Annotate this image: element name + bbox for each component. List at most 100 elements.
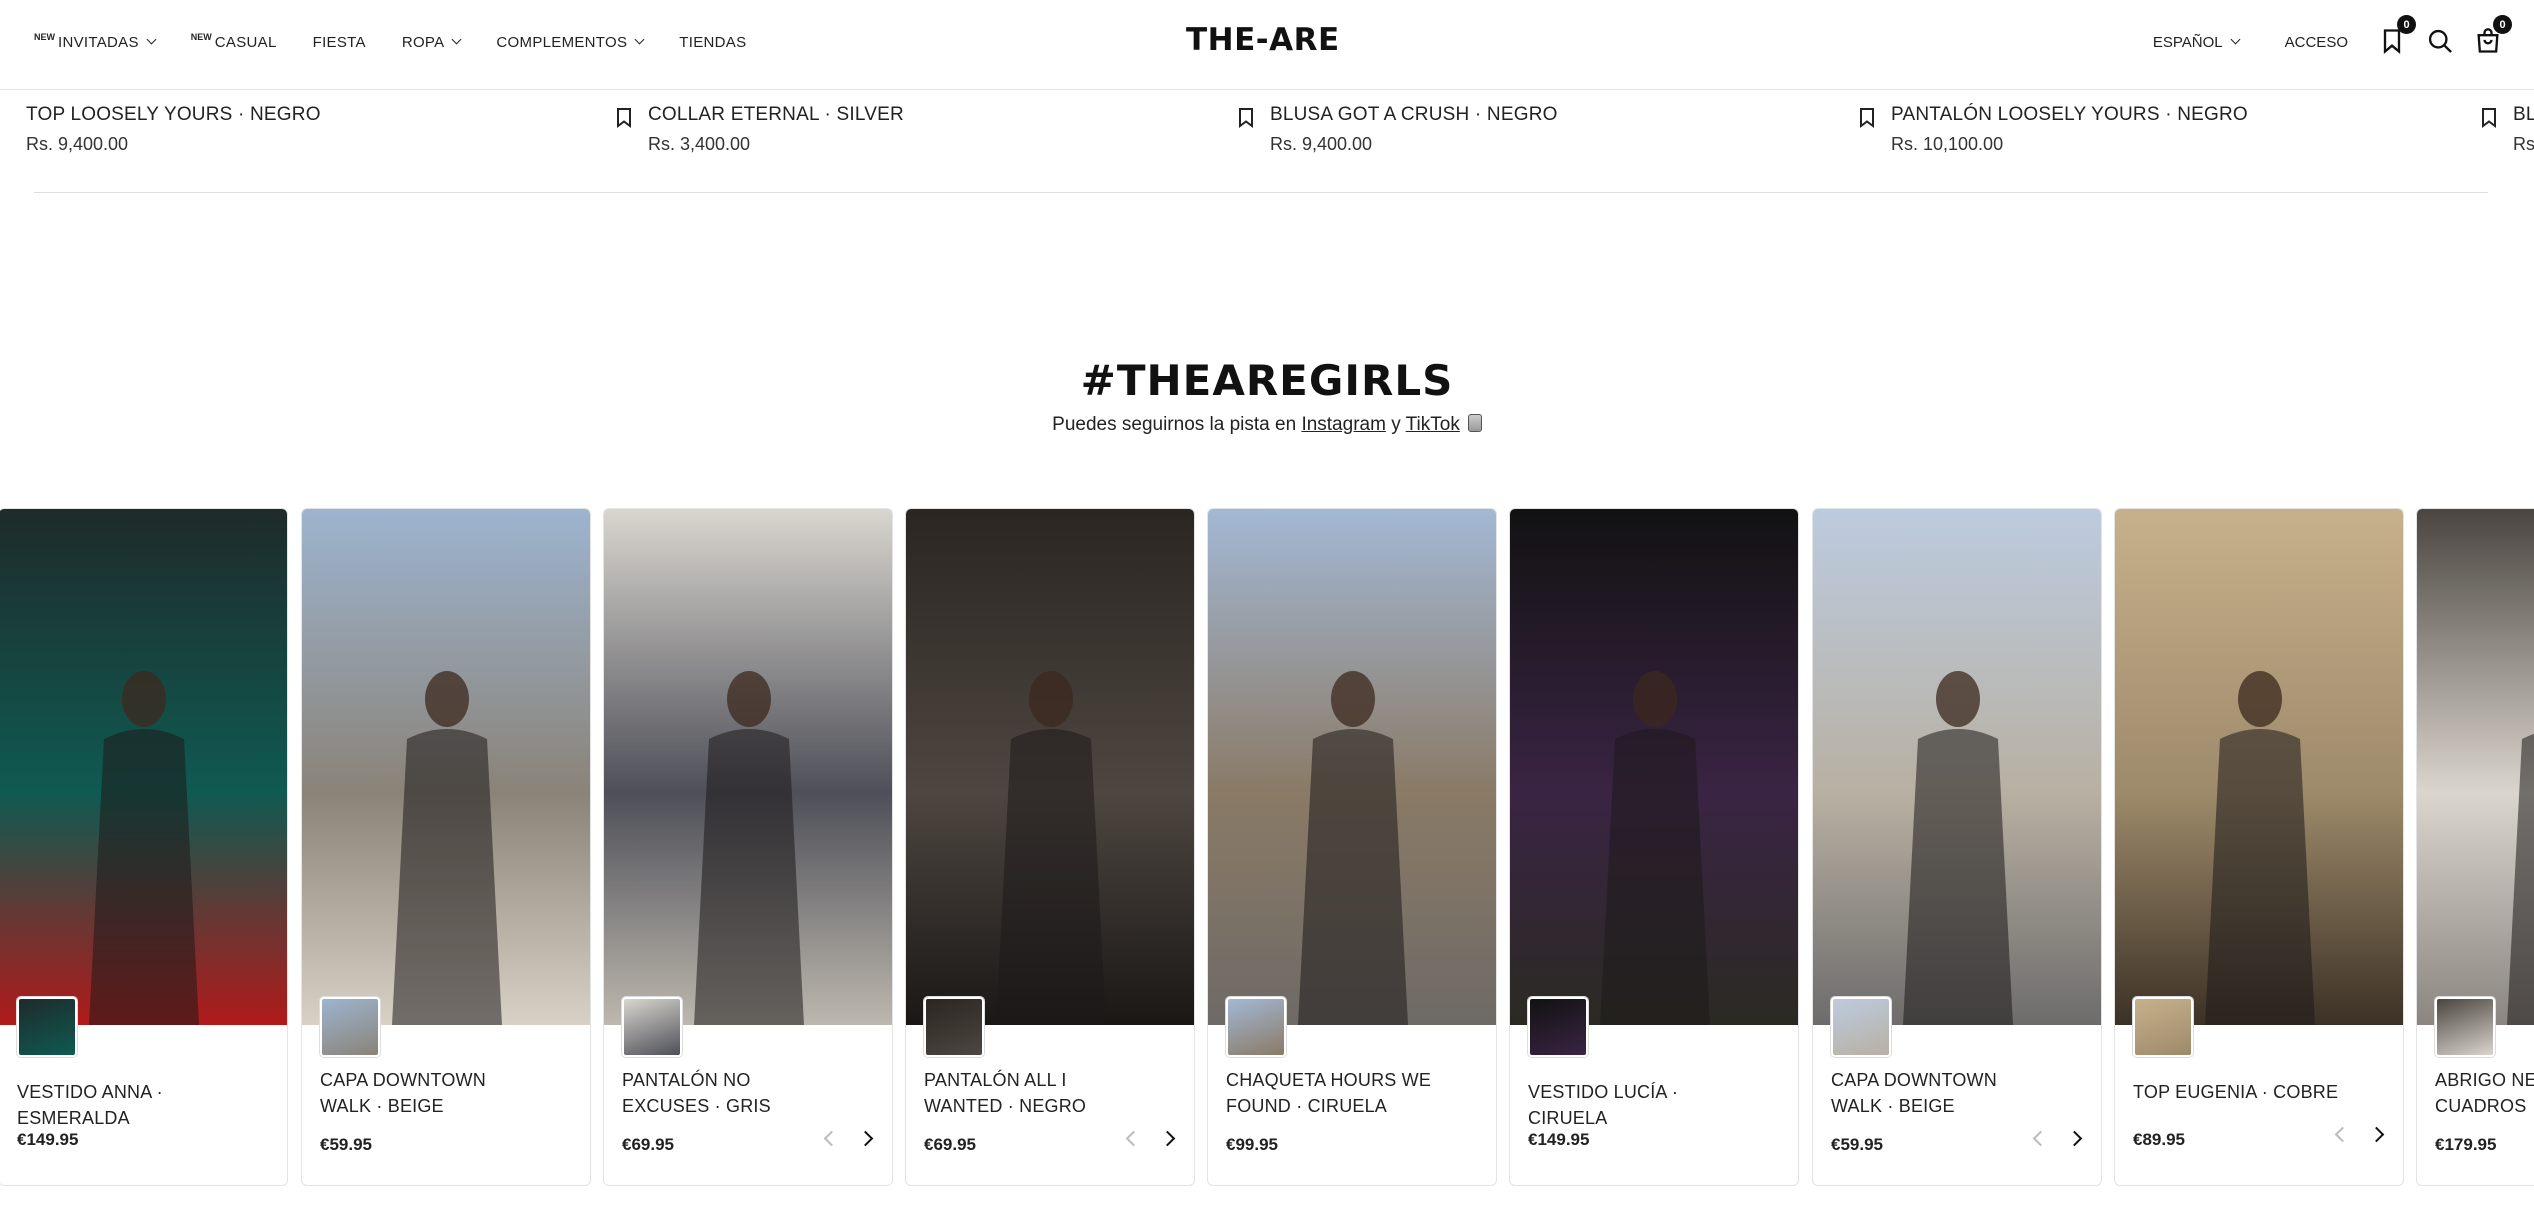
nav-item-label: ROPA (401, 33, 445, 51)
product-title[interactable]: CAPA DOWNTOWN WALK · BEIGE (320, 1067, 530, 1119)
bookmark-icon[interactable] (1859, 108, 1875, 128)
product-thumbnail[interactable] (17, 997, 77, 1057)
login-link[interactable]: ACCESO (2285, 34, 2348, 51)
product-thumbnail[interactable] (622, 997, 682, 1057)
product-name: COLLAR ETERNAL · SILVER (648, 104, 904, 125)
product-thumbnail[interactable] (924, 997, 984, 1057)
ugc-photo[interactable] (1813, 509, 2101, 1025)
subtitle-join: y (1385, 414, 1406, 435)
nav-item-complementos[interactable]: COMPLEMENTOS (496, 33, 645, 51)
nav-item-fiesta[interactable]: FIESTA (313, 34, 366, 51)
product-title[interactable]: PANTALÓN NO EXCUSES · GRIS (622, 1067, 832, 1119)
ugc-card[interactable]: CAPA DOWNTOWN WALK · BEIGE €59.95 (1812, 508, 2102, 1186)
product-title[interactable]: VESTIDO LUCÍA · CIRUELA (1528, 1079, 1738, 1131)
divider (34, 192, 2488, 193)
new-tag: NEW (34, 32, 55, 42)
ugc-photo[interactable] (1208, 509, 1496, 1025)
strip-product[interactable]: BL Rs (2513, 104, 2534, 155)
strip-product[interactable]: TOP LOOSELY YOURS · NEGRO Rs. 9,400.00 (26, 104, 321, 155)
ugc-card[interactable]: PANTALÓN ALL I WANTED · NEGRO €69.95 (905, 508, 1195, 1186)
product-title[interactable]: PANTALÓN ALL I WANTED · NEGRO (924, 1067, 1134, 1119)
person-silhouette (694, 671, 804, 1025)
ugc-card[interactable]: PANTALÓN NO EXCUSES · GRIS €69.95 (603, 508, 893, 1186)
ugc-card[interactable]: 697 ABRIGO NEW · CUADROS €179.95 (2416, 508, 2534, 1186)
nav-item-label: CASUAL (214, 33, 277, 51)
nav-item-label: INVITADAS (58, 33, 139, 51)
person-silhouette (1903, 671, 2013, 1025)
product-price: Rs. 9,400.00 (26, 134, 129, 154)
chevron-down-icon (2230, 34, 2241, 44)
chevron-right-icon[interactable] (856, 1129, 874, 1147)
ugc-photo[interactable] (302, 509, 590, 1025)
strip-product[interactable]: BLUSA GOT A CRUSH · NEGRO Rs. 9,400.00 (1270, 104, 1558, 155)
nav-item-label: TIENDAS (679, 33, 747, 51)
nav-item-casual[interactable]: NEW CASUAL (191, 32, 277, 51)
main-nav: NEW INVITADAS NEW CASUAL FIESTA ROPA COMPLEMEN… (34, 0, 782, 84)
product-price: €59.95 (320, 1135, 372, 1154)
chevron-down-icon (634, 34, 645, 44)
chevron-left-icon[interactable] (2331, 1125, 2349, 1143)
site-header: NEW INVITADAS NEW CASUAL FIESTA ROPA COMPLEMEN… (0, 0, 2534, 90)
product-thumbnail[interactable] (2133, 997, 2193, 1057)
product-title[interactable]: ABRIGO NEW · CUADROS (2435, 1067, 2534, 1119)
subtitle-text: Puedes seguirnos la pista en (1052, 414, 1302, 435)
chevron-right-icon[interactable] (2367, 1125, 2385, 1143)
product-title[interactable]: CAPA DOWNTOWN WALK · BEIGE (1831, 1067, 2041, 1119)
product-title[interactable]: VESTIDO ANNA · ESMERALDA (17, 1079, 227, 1131)
search-button[interactable] (2426, 27, 2456, 57)
product-price: €99.95 (1226, 1135, 1278, 1154)
product-pager (2331, 1125, 2385, 1143)
nav-item-label: FIESTA (312, 33, 366, 51)
nav-item-ropa[interactable]: ROPA (401, 33, 462, 51)
bookmark-icon[interactable] (1238, 108, 1254, 128)
strip-product[interactable]: COLLAR ETERNAL · SILVER Rs. 3,400.00 (648, 104, 904, 155)
ugc-photo[interactable] (0, 509, 287, 1025)
product-price: €69.95 (924, 1135, 976, 1154)
chevron-right-icon[interactable] (2065, 1129, 2083, 1147)
chevron-left-icon[interactable] (1122, 1129, 1140, 1147)
nav-item-tiendas[interactable]: TIENDAS (679, 34, 746, 51)
chevron-down-icon (451, 34, 462, 44)
product-name: PANTALÓN LOOSELY YOURS · NEGRO (1891, 104, 2248, 125)
person-silhouette (2507, 734, 2534, 1025)
chevron-left-icon[interactable] (2029, 1129, 2047, 1147)
product-price: €149.95 (1528, 1130, 1590, 1149)
tiktok-link[interactable]: TikTok (1406, 414, 1460, 435)
product-price: €179.95 (2435, 1135, 2497, 1154)
nav-item-label: COMPLEMENTOS (496, 33, 628, 51)
ugc-card[interactable]: VESTIDO ANNA · ESMERALDA €149.95 (0, 508, 288, 1186)
language-selector[interactable]: ESPAÑOL (2153, 34, 2241, 51)
ugc-photo[interactable]: 697 (2417, 509, 2534, 1025)
ugc-card[interactable]: CHAQUETA HOURS WE FOUND · CIRUELA €99.95 (1207, 508, 1497, 1186)
product-thumbnail[interactable] (1528, 997, 1588, 1057)
product-thumbnail[interactable] (320, 997, 380, 1057)
nav-item-invitadas[interactable]: NEW INVITADAS (34, 32, 157, 51)
product-title[interactable]: TOP EUGENIA · COBRE (2133, 1079, 2343, 1105)
product-thumbnail[interactable] (2435, 997, 2495, 1057)
ugc-carousel[interactable]: VESTIDO ANNA · ESMERALDA €149.95 CAPA DOWN… (0, 508, 2534, 1214)
chevron-right-icon[interactable] (1158, 1129, 1176, 1147)
product-price: €89.95 (2133, 1130, 2185, 1149)
product-thumbnail[interactable] (1226, 997, 1286, 1057)
cart-button[interactable]: 0 (2474, 15, 2512, 57)
ugc-photo[interactable] (906, 509, 1194, 1025)
bookmark-icon[interactable] (2481, 108, 2497, 128)
instagram-link[interactable]: Instagram (1301, 414, 1385, 435)
product-thumbnail[interactable] (1831, 997, 1891, 1057)
search-icon (2428, 29, 2452, 53)
ugc-card[interactable]: CAPA DOWNTOWN WALK · BEIGE €59.95 (301, 508, 591, 1186)
chevron-left-icon[interactable] (820, 1129, 838, 1147)
ugc-card[interactable]: TOP EUGENIA · COBRE €89.95 (2114, 508, 2404, 1186)
wishlist-button[interactable]: 0 (2378, 15, 2416, 57)
bookmark-icon[interactable] (616, 108, 632, 128)
ugc-photo[interactable] (1510, 509, 1798, 1025)
ugc-card[interactable]: VESTIDO LUCÍA · CIRUELA €149.95 (1509, 508, 1799, 1186)
product-name: BL (2513, 104, 2534, 125)
ugc-photo[interactable] (2115, 509, 2403, 1025)
brand-logo[interactable]: THE-ARE (1186, 22, 1340, 58)
product-price: Rs. 9,400.00 (1270, 134, 1373, 154)
person-silhouette (2205, 671, 2315, 1025)
ugc-photo[interactable] (604, 509, 892, 1025)
product-title[interactable]: CHAQUETA HOURS WE FOUND · CIRUELA (1226, 1067, 1436, 1119)
strip-product[interactable]: PANTALÓN LOOSELY YOURS · NEGRO Rs. 10,100… (1891, 104, 2248, 155)
